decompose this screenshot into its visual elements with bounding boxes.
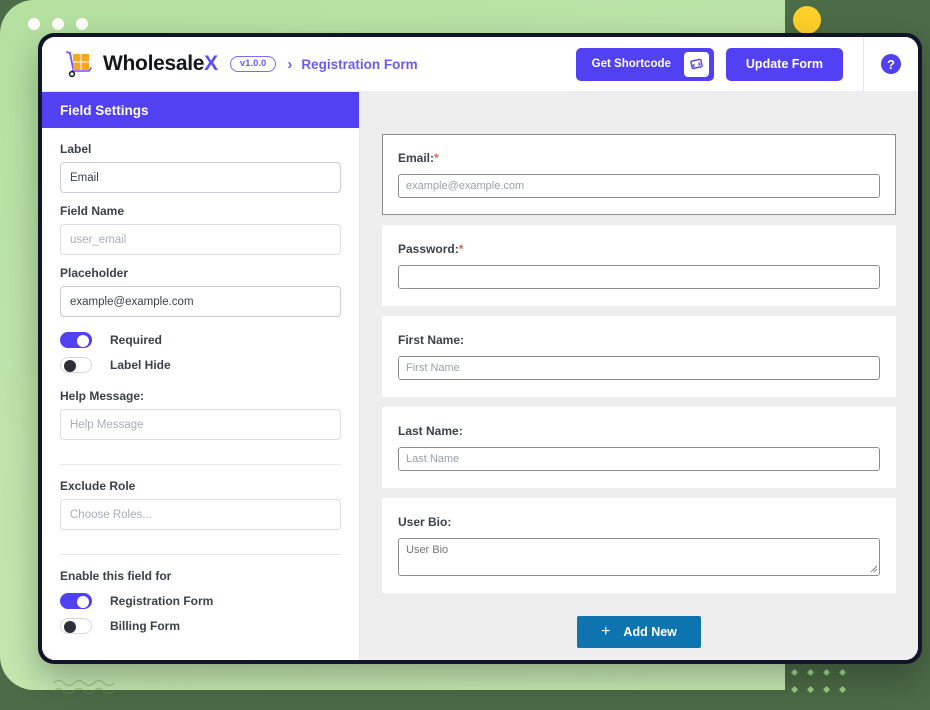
label-hide-toggle-label: Label Hide (110, 357, 171, 372)
dolly-box-icon (66, 51, 92, 78)
form-preview-area: Email:* Password:* First Name: Last Name… (360, 92, 918, 660)
required-toggle[interactable] (60, 331, 92, 348)
decorative-wave-lines (53, 680, 115, 694)
form-field-card-last-name[interactable]: Last Name: (382, 407, 896, 488)
sidebar-divider-1 (60, 464, 341, 465)
add-new-label: Add New (623, 625, 677, 639)
password-field-label: Password:* (398, 242, 464, 256)
chrome-dot (52, 18, 64, 30)
billing-form-toggle-label: Billing Form (110, 618, 180, 633)
app-window: WholesaleX v1.0.0 › Registration Form Ge… (38, 33, 922, 664)
field-settings-sidebar: Field Settings Label Field Name Placehol… (42, 92, 360, 660)
update-form-button[interactable]: Update Form (725, 47, 843, 81)
registration-form-toggle[interactable] (60, 592, 92, 609)
field-settings-title: Field Settings (42, 92, 359, 128)
label-hide-toggle-row: Label Hide (60, 353, 341, 376)
password-input[interactable] (398, 265, 880, 289)
enable-this-field-for-label: Enable this field for (60, 569, 172, 583)
exclude-role-select[interactable] (60, 499, 341, 530)
last-name-input[interactable] (398, 447, 880, 471)
field-name-field-label: Field Name (60, 204, 125, 218)
help-message-input[interactable] (60, 409, 341, 440)
form-field-card-first-name[interactable]: First Name: (382, 316, 896, 397)
brand-logo: WholesaleX (64, 50, 218, 78)
shortcode-icon[interactable] (683, 51, 709, 77)
help-button[interactable]: ? (864, 54, 918, 74)
add-new-button[interactable]: + Add New (577, 616, 701, 648)
billing-form-toggle[interactable] (60, 617, 92, 634)
decorative-yellow-circle (793, 6, 821, 34)
help-message-label: Help Message: (60, 389, 145, 403)
billing-form-toggle-row: Billing Form (60, 614, 341, 637)
form-field-card-email[interactable]: Email:* (382, 134, 896, 215)
exclude-role-label: Exclude Role (60, 479, 136, 493)
sidebar-divider-2 (60, 554, 341, 555)
required-toggle-row: Required (60, 328, 341, 351)
user-bio-textarea[interactable] (398, 538, 880, 576)
email-field-label: Email:* (398, 151, 439, 165)
decorative-dot-grid (790, 668, 856, 704)
required-toggle-label: Required (110, 332, 163, 347)
breadcrumb-separator-icon: › (287, 55, 293, 73)
label-hide-toggle[interactable] (60, 356, 92, 373)
chrome-dot (76, 18, 88, 30)
get-shortcode-label: Get Shortcode (591, 58, 671, 70)
brand-name: WholesaleX (103, 52, 218, 75)
placeholder-field-label: Placeholder (60, 266, 129, 280)
version-badge: v1.0.0 (229, 55, 277, 73)
top-bar: WholesaleX v1.0.0 › Registration Form Ge… (42, 37, 918, 92)
first-name-input[interactable] (398, 356, 880, 380)
get-shortcode-button[interactable]: Get Shortcode (575, 47, 714, 81)
form-field-card-password[interactable]: Password:* (382, 225, 896, 306)
window-chrome-dots (28, 18, 88, 30)
first-name-field-label: First Name: (398, 333, 465, 347)
label-field-label: Label (60, 142, 92, 156)
last-name-field-label: Last Name: (398, 424, 463, 438)
registration-form-toggle-row: Registration Form (60, 589, 341, 612)
placeholder-input[interactable] (60, 286, 341, 317)
registration-form-toggle-label: Registration Form (110, 593, 214, 608)
chrome-dot (28, 18, 40, 30)
breadcrumb-current: Registration Form (301, 56, 418, 72)
email-input[interactable] (398, 174, 880, 198)
question-mark-icon: ? (881, 54, 901, 74)
label-input[interactable] (60, 162, 341, 193)
user-bio-field-label: User Bio: (398, 515, 452, 529)
form-field-card-user-bio[interactable]: User Bio: (382, 498, 896, 593)
add-new-row: + Add New (382, 603, 896, 658)
field-name-input[interactable] (60, 224, 341, 255)
plus-icon: + (601, 623, 611, 640)
